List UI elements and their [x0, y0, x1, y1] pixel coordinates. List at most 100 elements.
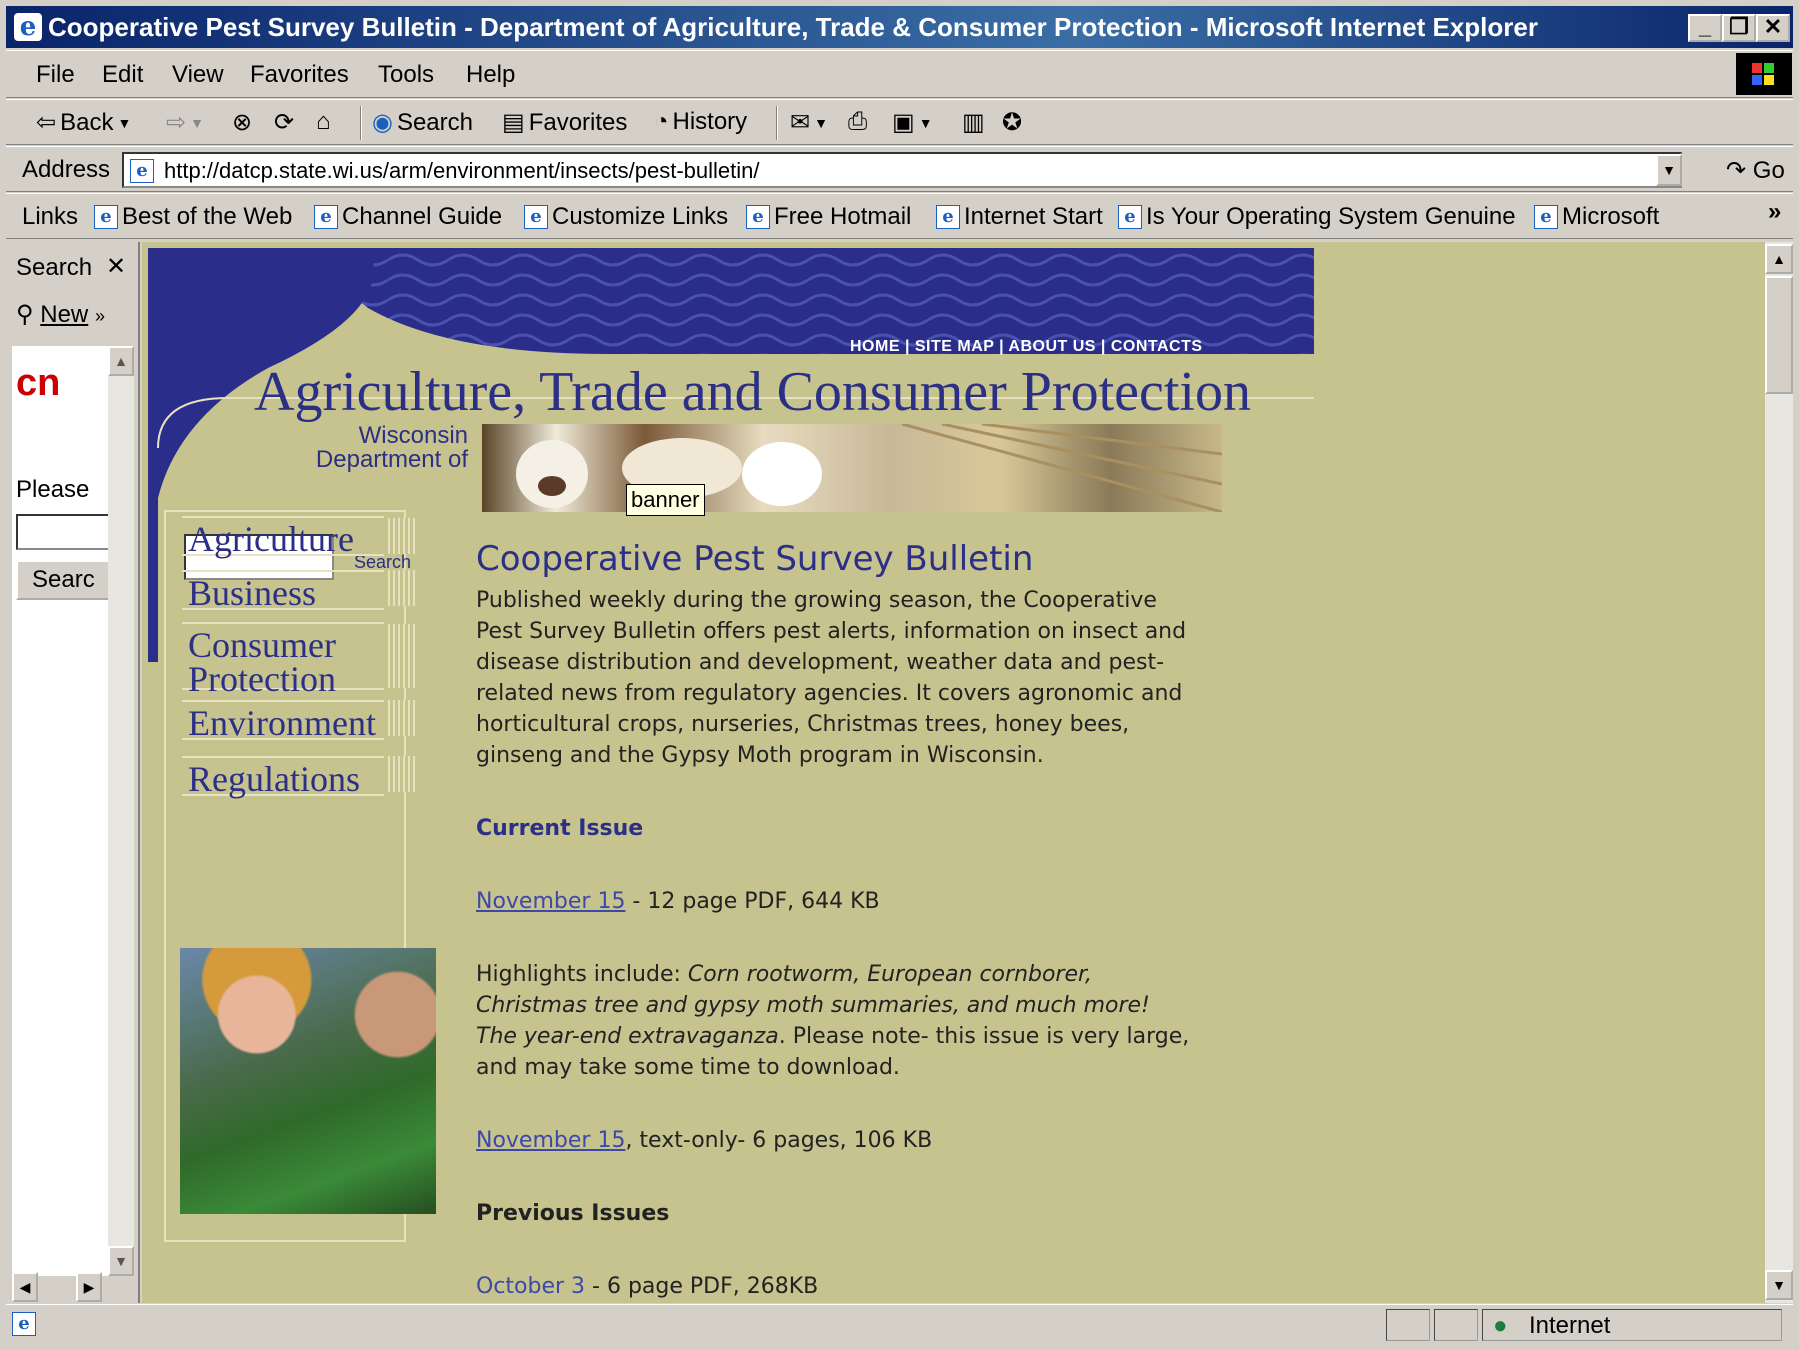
back-button[interactable]: ⇦ Back ▼ — [36, 108, 131, 137]
close-icon[interactable]: ✕ — [106, 252, 126, 281]
menu-help[interactable]: Help — [466, 61, 515, 89]
link-best-of-the-web[interactable]: e Best of the Web — [94, 203, 292, 231]
page-icon: e — [524, 205, 548, 229]
close-button[interactable]: ✕ — [1756, 14, 1790, 42]
scroll-up-icon[interactable]: ▲ — [108, 346, 134, 376]
link-free-hotmail[interactable]: e Free Hotmail — [746, 203, 911, 231]
link-customize-links[interactable]: e Customize Links — [524, 203, 728, 231]
zone-panel: ● Internet — [1482, 1309, 1782, 1341]
people-plants-photo — [180, 948, 436, 1214]
history-button[interactable]: ◔ History — [654, 108, 747, 136]
link-internet-start[interactable]: e Internet Start — [936, 203, 1103, 231]
discuss-icon: ▥ — [962, 109, 985, 136]
scroll-right-icon[interactable]: ▶ — [76, 1272, 102, 1302]
minimize-button[interactable]: _ — [1688, 14, 1722, 42]
scroll-down-icon[interactable]: ▼ — [1765, 1270, 1793, 1300]
go-arrow-icon: ↷ — [1726, 157, 1747, 184]
cnet-logo: cn — [16, 362, 61, 404]
go-button[interactable]: ↷ Go — [1726, 156, 1785, 185]
chevron-more-icon[interactable]: » — [1768, 198, 1781, 226]
highlights-paragraph: Highlights include: Corn rootworm, Europ… — [476, 962, 1190, 1080]
explorer-search-input[interactable] — [16, 514, 108, 550]
issue-line-text: November 15, text-only- 6 pages, 106 KB — [476, 1128, 933, 1153]
menu-edit[interactable]: Edit — [102, 61, 143, 89]
menu-file[interactable]: File — [36, 61, 75, 89]
menu-favorites[interactable]: Favorites — [250, 61, 349, 89]
history-icon: ◔ — [654, 108, 669, 135]
current-issue-heading: Current Issue — [476, 816, 644, 841]
forward-button[interactable]: ⇨ ▼ — [166, 108, 204, 137]
refresh-button[interactable]: ⟳ — [274, 108, 294, 137]
site-title: Agriculture, Trade and Consumer Protecti… — [254, 361, 1251, 423]
links-bar: Links e Best of the Web e Channel Guide eC… — [6, 193, 1793, 239]
edit-icon: ▣ — [892, 109, 915, 136]
search-button[interactable]: ◉ Search — [372, 108, 473, 137]
title-bar: e Cooperative Pest Survey Bulletin - Dep… — [6, 6, 1793, 48]
print-button[interactable]: ⎙ — [848, 108, 867, 136]
chevron-more-icon: » — [94, 306, 105, 326]
back-arrow-icon: ⇦ — [36, 109, 57, 136]
nav-stripe — [388, 700, 416, 736]
nav-environment[interactable]: Environment — [182, 700, 384, 741]
scroll-up-icon[interactable]: ▲ — [1765, 244, 1793, 274]
address-dropdown-button[interactable]: ▼ — [1656, 154, 1682, 186]
explorer-vscrollbar[interactable]: ▲ ▼ — [108, 346, 134, 1276]
nav-stripe — [388, 518, 416, 554]
edit-button[interactable]: ▣ ▼ — [892, 108, 933, 137]
address-input[interactable]: e http://datcp.state.wi.us/arm/environme… — [122, 152, 1682, 188]
standard-toolbar: ⇦ Back ▼ ⇨ ▼ ⊗ ⟳ ⌂ ◉ Search ▤ Favorites … — [6, 99, 1793, 145]
nav-stripe — [388, 624, 416, 688]
browser-window: e Cooperative Pest Survey Bulletin - Dep… — [0, 0, 1799, 1350]
mail-button[interactable]: ✉ ▼ — [790, 108, 828, 137]
nav-regulations[interactable]: Regulations — [182, 756, 384, 797]
chevron-down-icon: ▼ — [117, 114, 132, 131]
page-icon: e — [1118, 205, 1142, 229]
favorites-button[interactable]: ▤ Favorites — [502, 108, 627, 137]
search-explorer-bar: Search ✕ ⚲ New » cn Please Searc ▲ ▼ ◀ ▶ — [6, 242, 140, 1303]
cattle-banner-image — [482, 424, 1222, 512]
scroll-down-icon[interactable]: ▼ — [108, 1246, 134, 1276]
page-heading: Cooperative Pest Survey Bulletin — [476, 539, 1034, 579]
new-search-button[interactable]: ⚲ New » — [16, 300, 105, 329]
issue-link-nov15-text[interactable]: November 15 — [476, 1128, 625, 1153]
mail-icon: ✉ — [790, 109, 811, 136]
page-vscrollbar[interactable]: ▲ ▼ — [1765, 242, 1793, 1303]
status-bar: e ● Internet — [6, 1304, 1793, 1344]
zone-label: Internet — [1529, 1312, 1611, 1339]
page-icon: e — [314, 205, 338, 229]
scroll-left-icon[interactable]: ◀ — [12, 1272, 38, 1302]
page-icon: e — [94, 205, 118, 229]
link-channel-guide[interactable]: e Channel Guide — [314, 203, 502, 231]
issue-link-oct3[interactable]: October 3 — [476, 1274, 585, 1299]
nav-agriculture[interactable]: Agriculture — [182, 516, 384, 557]
stop-button[interactable]: ⊗ — [232, 108, 252, 137]
issue-line-pdf: November 15 - 12 page PDF, 644 KB — [476, 889, 880, 914]
home-button[interactable]: ⌂ — [316, 108, 331, 136]
page-icon: e — [1534, 205, 1558, 229]
address-label: Address — [22, 156, 111, 183]
links-label: Links — [22, 203, 79, 230]
link-genuine[interactable]: e Is Your Operating System Genuine — [1118, 203, 1516, 231]
nav-business[interactable]: Business — [182, 570, 384, 611]
discuss-button[interactable]: ▥ — [962, 108, 985, 137]
previous-issues-heading: Previous Issues — [476, 1201, 670, 1226]
print-icon: ⎙ — [848, 108, 868, 135]
issue-link-nov15-pdf[interactable]: November 15 — [476, 889, 625, 914]
explorer-search-button[interactable]: Searc — [16, 560, 108, 600]
scroll-thumb[interactable] — [1765, 276, 1793, 394]
restore-button[interactable]: ❐ — [1722, 14, 1756, 42]
cattle-illustration — [516, 424, 1222, 512]
globe-icon: ● — [1493, 1312, 1508, 1339]
link-microsoft[interactable]: e Microsoft — [1534, 203, 1659, 231]
dept-label: Wisconsin Department of — [315, 422, 468, 473]
nav-consumer-protection[interactable]: Consumer Protection — [182, 622, 384, 697]
home-icon: ⌂ — [316, 108, 331, 135]
banner-tooltip: banner — [626, 484, 705, 516]
menu-tools[interactable]: Tools — [378, 61, 434, 89]
web-page: HOME | SITE MAP | ABOUT US | CONTACTS Ag… — [142, 242, 1765, 1303]
site-top-nav[interactable]: HOME | SITE MAP | ABOUT US | CONTACTS — [850, 338, 1203, 356]
menu-view[interactable]: View — [172, 61, 224, 89]
stop-icon: ⊗ — [232, 109, 253, 136]
messenger-button[interactable]: ✪ — [1002, 108, 1022, 137]
address-bar: Address e http://datcp.state.wi.us/arm/e… — [6, 146, 1793, 192]
